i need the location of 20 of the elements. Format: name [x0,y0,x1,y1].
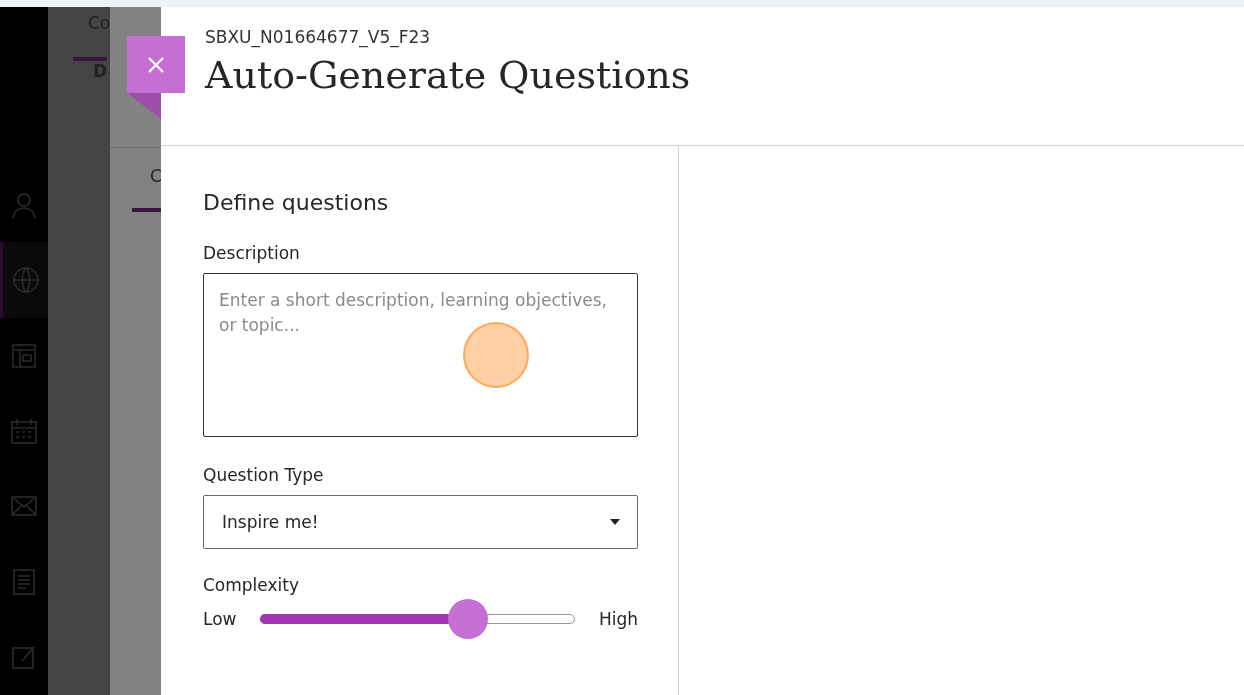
globe-icon[interactable] [11,266,40,295]
field-label: Question Type [203,465,324,485]
slider-max-label: High [598,609,638,629]
question-type-dropdown[interactable]: Inspire me! [203,495,638,549]
description-field[interactable]: Enter a short description, learning objectives, or topic... [203,273,638,437]
calendar-icon[interactable] [10,416,38,445]
ribbon-fold [127,93,161,119]
panel-title: Auto-Generate Questions [205,53,692,97]
section-heading: Define questions [203,190,390,215]
slider-thumb[interactable] [448,599,488,639]
field-label: Description [203,243,300,263]
person-icon[interactable] [10,190,38,219]
document-icon[interactable] [10,567,38,596]
field-label: Complexity [203,575,299,595]
background-tab[interactable]: C [150,166,162,186]
caret-icon [610,519,620,525]
slider-min-label: Low [203,609,237,629]
course-id: SBXU_N01664677_V5_F23 [205,27,432,47]
close-icon [147,55,165,74]
close-button[interactable] [127,36,185,93]
